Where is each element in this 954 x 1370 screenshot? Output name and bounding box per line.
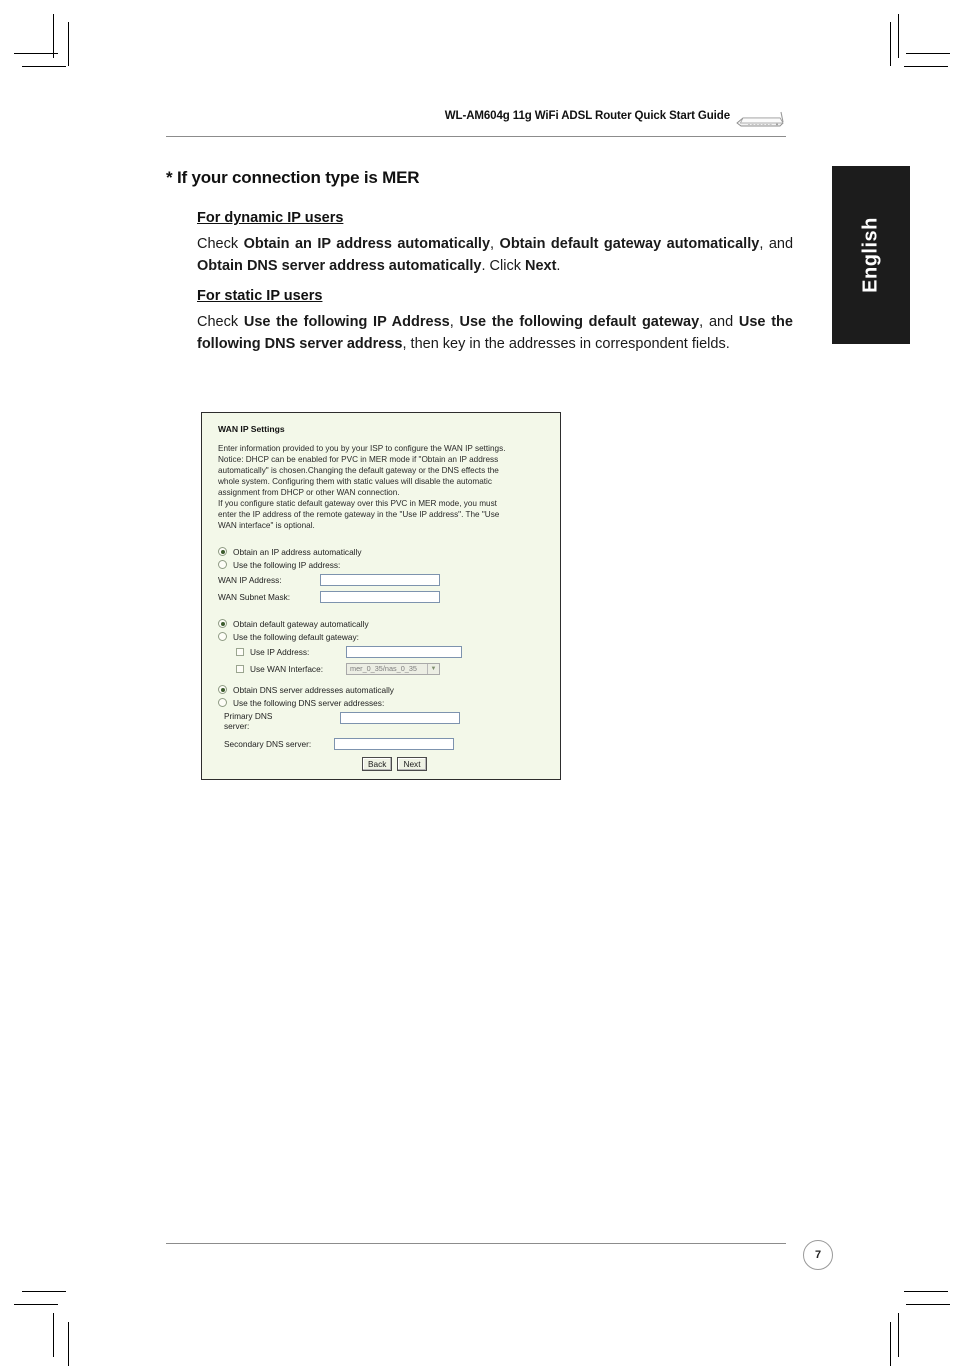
radio-obtain-dns-automatically[interactable]: Obtain DNS server addresses automaticall… (218, 683, 460, 696)
language-tab-english[interactable]: English (832, 166, 910, 344)
crop-mark-bottom-right-inner-h (904, 1291, 948, 1292)
radio-icon-selected (218, 619, 227, 628)
label-wan-ip-address: WAN IP Address: (218, 574, 282, 585)
description-line-8: WAN interface" is optional. (218, 521, 315, 531)
select-wan-interface[interactable]: mer_0_35/nas_0_35 ▼ (346, 662, 440, 675)
crop-mark-top-right-h (906, 53, 950, 54)
radio-obtain-ip-automatically[interactable]: Obtain an IP address automatically (218, 545, 440, 558)
label-use-ip-address: Use IP Address: (250, 646, 310, 657)
paragraph-dynamic-ip: Check Obtain an IP address automatically… (197, 236, 794, 275)
crop-mark-top-right-inner-v (890, 22, 891, 66)
wan-ip-settings-description: Enter information provided to you by you… (218, 443, 550, 532)
header-title: WL-AM604g 11g WiFi ADSL Router Quick Sta… (444, 110, 730, 122)
radio-obtain-gateway-automatically[interactable]: Obtain default gateway automatically (218, 617, 462, 630)
radio-use-following-ip[interactable]: Use the following IP address: (218, 558, 440, 571)
subheading-dynamic-ip: For dynamic IP users (197, 210, 344, 226)
radio-label-obtain-ip-automatically: Obtain an IP address automatically (233, 546, 362, 557)
crop-mark-bottom-left-v (53, 1313, 54, 1357)
field-row-use-wan-interface: Use WAN Interface: mer_0_35/nas_0_35 ▼ (218, 660, 462, 677)
label-primary-dns-line-2: server: (224, 721, 250, 732)
radio-label-use-following-gateway: Use the following default gateway: (233, 631, 359, 642)
crop-mark-top-right-v (898, 14, 899, 58)
field-row-primary-dns: Primary DNS server: (218, 709, 460, 735)
radio-icon-unselected (218, 560, 227, 569)
description-line-1: Enter information provided to you by you… (218, 444, 506, 453)
subheading-static-ip: For static IP users (197, 288, 323, 305)
crop-mark-bottom-left-inner-h (22, 1291, 66, 1292)
field-row-use-ip-address: Use IP Address: (218, 643, 462, 660)
radio-icon-unselected (218, 632, 227, 641)
crop-mark-top-left-inner-v (68, 22, 69, 66)
default-gateway-group: Obtain default gateway automatically Use… (218, 617, 462, 677)
radio-label-obtain-dns-automatically: Obtain DNS server addresses automaticall… (233, 684, 394, 695)
input-secondary-dns-server[interactable] (334, 737, 454, 750)
radio-icon-unselected (218, 698, 227, 707)
dns-group: Obtain DNS server addresses automaticall… (218, 683, 460, 752)
crop-mark-top-left-v (53, 14, 54, 58)
header-divider (166, 136, 786, 137)
input-wan-subnet-mask[interactable] (320, 590, 440, 603)
crop-mark-bottom-right-inner-v (890, 1322, 891, 1366)
paragraph-static-ip: Check Use the following IP Address, Use … (197, 314, 793, 353)
radio-use-following-gateway[interactable]: Use the following default gateway: (218, 630, 462, 643)
label-use-wan-interface: Use WAN Interface: (250, 663, 324, 674)
router-icon (734, 111, 786, 129)
radio-label-use-following-ip: Use the following IP address: (233, 559, 341, 570)
crop-mark-top-left-inner-h (22, 66, 66, 67)
select-wan-interface-value: mer_0_35/nas_0_35 (350, 664, 417, 673)
description-line-7: enter the IP address of the remote gatew… (218, 510, 500, 520)
crop-mark-bottom-right-v (898, 1313, 899, 1357)
label-primary-dns-server: Primary DNS server: (218, 711, 340, 732)
label-wan-subnet-mask: WAN Subnet Mask: (218, 591, 291, 602)
crop-mark-bottom-left-inner-v (68, 1322, 69, 1366)
footer-divider (166, 1243, 786, 1244)
input-gateway-ip-address[interactable] (346, 645, 462, 658)
language-tab-label: English (859, 217, 882, 293)
crop-mark-bottom-left-h (14, 1304, 58, 1305)
description-line-3: automatically" is chosen.Changing the de… (218, 466, 499, 476)
radio-label-obtain-gateway-automatically: Obtain default gateway automatically (233, 618, 369, 629)
radio-icon-selected (218, 685, 227, 694)
radio-use-following-dns[interactable]: Use the following DNS server addresses: (218, 696, 460, 709)
checkbox-use-ip-address[interactable] (236, 647, 244, 656)
description-line-4: whole system. Configuring them with stat… (218, 477, 492, 487)
page-number-badge: 7 (803, 1240, 833, 1270)
label-primary-dns-line-1: Primary DNS (224, 711, 273, 721)
chevron-down-icon: ▼ (427, 663, 439, 674)
description-line-6: If you configure static default gateway … (218, 499, 497, 509)
field-row-secondary-dns: Secondary DNS server: (218, 735, 460, 752)
input-wan-ip-address[interactable] (320, 573, 440, 586)
label-secondary-dns-server: Secondary DNS server: (224, 738, 312, 749)
wan-ip-settings-title: WAN IP Settings (218, 424, 285, 434)
panel-button-row: Back Next (362, 757, 427, 772)
crop-mark-top-left-h (14, 53, 58, 54)
radio-label-use-following-dns: Use the following DNS server addresses: (233, 697, 385, 708)
wan-ip-group: Obtain an IP address automatically Use t… (218, 545, 440, 605)
description-line-5: assignment from DHCP or other WAN connec… (218, 488, 400, 498)
crop-mark-top-right-inner-h (904, 66, 948, 67)
wan-ip-settings-panel: WAN IP Settings Enter information provid… (201, 412, 561, 780)
crop-mark-bottom-right-h (906, 1304, 950, 1305)
back-button[interactable]: Back (362, 757, 393, 772)
checkbox-use-wan-interface[interactable] (236, 664, 244, 673)
field-row-wan-ip: WAN IP Address: (218, 571, 440, 588)
body-column: For dynamic IP users Check Obtain an IP … (197, 210, 793, 355)
next-button[interactable]: Next (397, 757, 427, 772)
page-title: * If your connection type is MER (166, 168, 420, 187)
radio-icon-selected (218, 547, 227, 556)
input-primary-dns-server[interactable] (340, 712, 460, 724)
field-row-wan-subnet: WAN Subnet Mask: (218, 588, 440, 605)
page-header: WL-AM604g 11g WiFi ADSL Router Quick Sta… (166, 110, 786, 138)
description-line-2: Notice: DHCP can be enabled for PVC in M… (218, 455, 499, 465)
